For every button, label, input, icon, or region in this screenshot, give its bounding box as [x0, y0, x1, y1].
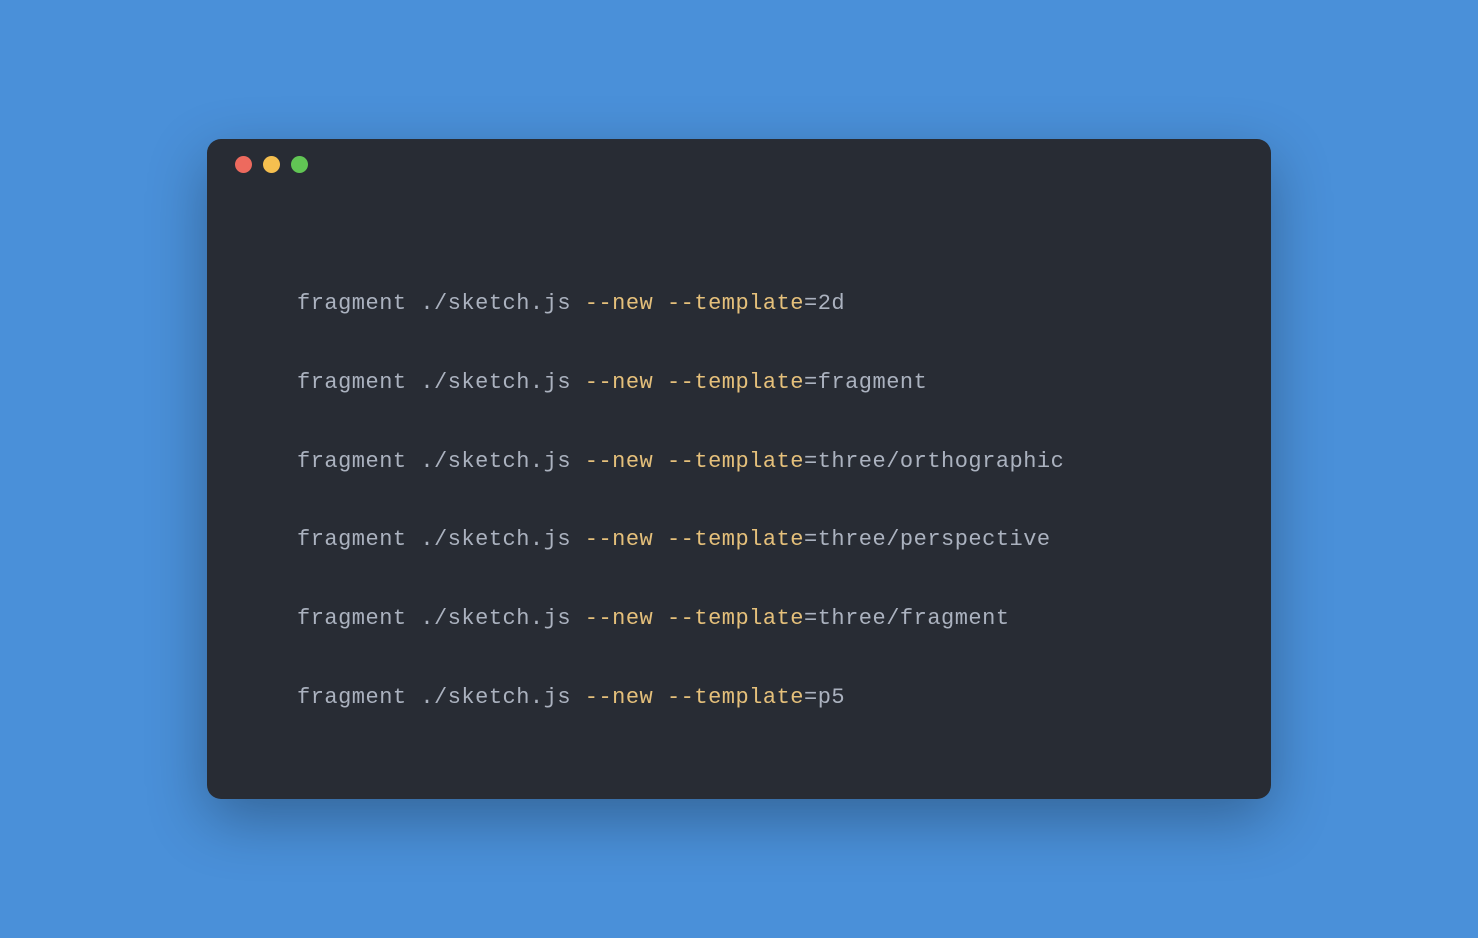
command-text: =2d: [804, 291, 845, 316]
command-text: [653, 606, 667, 631]
command-line: fragment ./sketch.js --new --template=th…: [297, 604, 1181, 635]
command-text: fragment ./sketch.js: [297, 291, 585, 316]
terminal-content: fragment ./sketch.js --new --template=2d…: [207, 189, 1271, 754]
command-flag: --new: [585, 606, 654, 631]
command-text: fragment ./sketch.js: [297, 685, 585, 710]
command-flag: --new: [585, 370, 654, 395]
command-text: fragment ./sketch.js: [297, 370, 585, 395]
command-flag: --new: [585, 449, 654, 474]
command-line: fragment ./sketch.js --new --template=th…: [297, 447, 1181, 478]
command-flag: --template: [667, 685, 804, 710]
command-line: fragment ./sketch.js --new --template=2d: [297, 289, 1181, 320]
command-text: [653, 449, 667, 474]
command-line: fragment ./sketch.js --new --template=th…: [297, 525, 1181, 556]
command-text: [653, 370, 667, 395]
command-flag: --template: [667, 449, 804, 474]
command-text: =three/orthographic: [804, 449, 1064, 474]
command-text: [653, 527, 667, 552]
command-flag: --template: [667, 291, 804, 316]
titlebar: [207, 139, 1271, 189]
command-flag: --new: [585, 685, 654, 710]
command-text: =three/perspective: [804, 527, 1051, 552]
command-line: fragment ./sketch.js --new --template=p5: [297, 683, 1181, 714]
command-line: fragment ./sketch.js --new --template=fr…: [297, 368, 1181, 399]
command-text: =fragment: [804, 370, 927, 395]
command-flag: --template: [667, 527, 804, 552]
command-text: =three/fragment: [804, 606, 1010, 631]
terminal-window: fragment ./sketch.js --new --template=2d…: [207, 139, 1271, 799]
maximize-icon[interactable]: [291, 156, 308, 173]
command-flag: --template: [667, 370, 804, 395]
command-text: [653, 685, 667, 710]
command-text: =p5: [804, 685, 845, 710]
command-flag: --new: [585, 527, 654, 552]
command-text: fragment ./sketch.js: [297, 449, 585, 474]
close-icon[interactable]: [235, 156, 252, 173]
minimize-icon[interactable]: [263, 156, 280, 173]
command-text: fragment ./sketch.js: [297, 527, 585, 552]
command-text: fragment ./sketch.js: [297, 606, 585, 631]
command-flag: --new: [585, 291, 654, 316]
command-flag: --template: [667, 606, 804, 631]
command-text: [653, 291, 667, 316]
